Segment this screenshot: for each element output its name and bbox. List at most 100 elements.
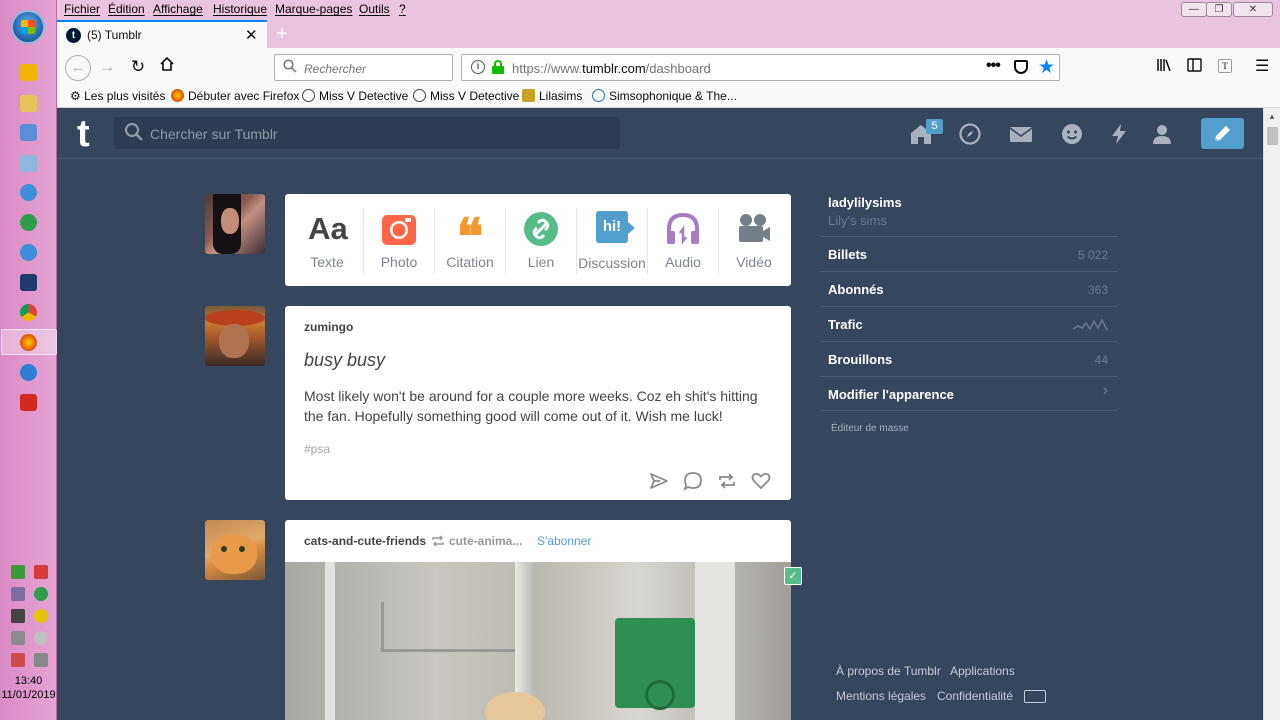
url-bar[interactable]: i https://www.tumblr.com/dashboard ••• ★ bbox=[461, 54, 1060, 81]
blog-name[interactable]: ladylilysims bbox=[828, 195, 902, 210]
sidebar-item-drafts[interactable]: Brouillons 44 bbox=[820, 341, 1118, 376]
footer-privacy-link[interactable]: Confidentialité bbox=[937, 689, 1013, 703]
inbox-mail-icon[interactable] bbox=[1009, 122, 1033, 146]
minimize-button[interactable]: — bbox=[1181, 2, 1207, 17]
footer-legal-link[interactable]: Mentions légales bbox=[836, 689, 926, 703]
norton-tray-icon[interactable] bbox=[34, 609, 48, 623]
like-heart-icon[interactable] bbox=[751, 471, 771, 491]
start-button[interactable] bbox=[11, 10, 45, 44]
share-send-icon[interactable] bbox=[649, 471, 669, 491]
menu-edition[interactable]: Édition bbox=[108, 2, 145, 16]
display-tray-icon[interactable] bbox=[34, 653, 48, 667]
post-type-quote[interactable]: ❝ Citation bbox=[434, 194, 506, 286]
post-type-text[interactable]: Aa Texte bbox=[291, 194, 363, 286]
compose-post-button[interactable] bbox=[1201, 118, 1244, 149]
menu-outils[interactable]: Outils bbox=[359, 2, 390, 16]
firefox-icon[interactable] bbox=[20, 334, 37, 351]
photoshop-icon[interactable] bbox=[20, 274, 37, 291]
flag-tray-icon[interactable] bbox=[11, 653, 25, 667]
ie-icon-3[interactable] bbox=[20, 364, 37, 381]
follow-button[interactable]: S'abonner bbox=[537, 534, 591, 548]
bookmark-miss-v-detective-2[interactable]: Miss V Detective bbox=[413, 89, 519, 103]
bookmark-lilasims[interactable]: Lilasims bbox=[522, 89, 582, 103]
bookmark-getting-started[interactable]: Débuter avec Firefox bbox=[171, 89, 299, 103]
scroll-up-icon[interactable]: ▲ bbox=[1268, 112, 1276, 121]
site-info-icon[interactable]: i bbox=[471, 60, 485, 74]
menu-hamburger-icon[interactable]: ☰ bbox=[1255, 56, 1269, 76]
post-photo[interactable] bbox=[285, 562, 791, 720]
reblog-icon[interactable] bbox=[717, 471, 737, 491]
home-button[interactable] bbox=[155, 56, 179, 80]
volume-tray-icon[interactable] bbox=[34, 631, 48, 645]
post-type-audio[interactable]: Audio bbox=[647, 194, 719, 286]
sidebar-item-activity[interactable]: Trafic bbox=[820, 306, 1118, 341]
folder-icon[interactable] bbox=[20, 95, 37, 112]
shield-tray-icon[interactable] bbox=[34, 587, 48, 601]
media-player-icon[interactable] bbox=[20, 64, 37, 81]
document-icon[interactable] bbox=[20, 155, 37, 172]
footer-about-link[interactable]: À propos de Tumblr bbox=[836, 664, 941, 678]
user-avatar[interactable] bbox=[205, 194, 265, 254]
tumblr-search-input[interactable]: Chercher sur Tumblr bbox=[114, 117, 620, 149]
globe-app-icon[interactable] bbox=[20, 214, 37, 231]
mass-editor-link[interactable]: Éditeur de masse bbox=[831, 423, 909, 434]
forward-button[interactable]: → bbox=[95, 56, 119, 80]
tray-icon-3[interactable] bbox=[11, 609, 25, 623]
nvidia-tray-icon[interactable] bbox=[11, 565, 25, 579]
lock-icon[interactable] bbox=[492, 60, 504, 74]
post-type-photo[interactable]: Photo bbox=[363, 194, 435, 286]
post-author-avatar[interactable] bbox=[205, 306, 265, 366]
back-button[interactable]: ← bbox=[65, 55, 91, 81]
tab-tumblr[interactable]: t (5) Tumblr ✕ bbox=[57, 20, 267, 48]
sidebar-item-followers[interactable]: Abonnés 363 bbox=[820, 271, 1118, 306]
close-window-button[interactable]: ✕ bbox=[1233, 2, 1273, 17]
tab-close-icon[interactable]: ✕ bbox=[245, 26, 258, 44]
url-text[interactable]: https://www.tumblr.com/dashboard bbox=[512, 61, 711, 76]
chrome-icon[interactable] bbox=[20, 304, 37, 321]
acrobat-icon[interactable] bbox=[20, 394, 37, 411]
extension-icon[interactable]: T bbox=[1218, 59, 1232, 73]
app-tray-icon[interactable] bbox=[34, 565, 48, 579]
post-tag[interactable]: #psa bbox=[304, 442, 330, 456]
tray-icon-2[interactable] bbox=[11, 587, 25, 601]
reply-comment-icon[interactable] bbox=[683, 471, 703, 491]
bookmark-miss-v-detective-1[interactable]: Miss V Detective bbox=[302, 89, 408, 103]
page-actions-icon[interactable]: ••• bbox=[986, 57, 1001, 75]
sidebar-icon[interactable] bbox=[1187, 58, 1202, 75]
scroll-thumb[interactable] bbox=[1267, 127, 1278, 145]
sidebar-item-posts[interactable]: Billets 5 022 bbox=[820, 236, 1118, 271]
reload-button[interactable]: ↻ bbox=[126, 56, 150, 80]
explore-compass-icon[interactable] bbox=[958, 122, 982, 146]
bookmark-star-icon[interactable]: ★ bbox=[1038, 56, 1055, 79]
bookmark-simsophonique[interactable]: Simsophonique & The... bbox=[592, 89, 737, 103]
footer-apps-link[interactable]: Applications bbox=[950, 664, 1015, 678]
post-type-link[interactable]: Lien bbox=[505, 194, 577, 286]
control-panel-icon[interactable] bbox=[20, 124, 37, 141]
ie-icon-2[interactable] bbox=[20, 244, 37, 261]
post-type-video[interactable]: Vidéo bbox=[718, 194, 790, 286]
menu-historique[interactable]: Historique bbox=[213, 2, 267, 16]
menu-marque-pages[interactable]: Marque-pages bbox=[275, 2, 352, 16]
page-scrollbar[interactable]: ▲ bbox=[1263, 108, 1280, 720]
new-tab-button[interactable]: + bbox=[276, 23, 288, 46]
menu-affichage[interactable]: Affichage bbox=[153, 2, 203, 16]
library-icon[interactable] bbox=[1157, 58, 1173, 75]
search-input[interactable]: Rechercher bbox=[274, 54, 453, 81]
sidebar-item-edit-appearance[interactable]: Modifier l'apparence › bbox=[820, 376, 1118, 411]
clock-date[interactable]: 11/01/2019 bbox=[0, 688, 57, 702]
activity-lightning-icon[interactable] bbox=[1107, 122, 1131, 146]
ie-icon[interactable] bbox=[20, 184, 37, 201]
menu-help[interactable]: ? bbox=[399, 2, 406, 16]
pocket-icon[interactable] bbox=[1014, 60, 1028, 74]
post-type-chat[interactable]: hi! Discussion bbox=[576, 194, 648, 286]
network-tray-icon[interactable] bbox=[11, 631, 25, 645]
bookmark-most-visited[interactable]: ⚙ Les plus visités bbox=[70, 89, 165, 103]
messaging-smiley-icon[interactable] bbox=[1060, 122, 1084, 146]
post-author[interactable]: zumingo bbox=[304, 320, 353, 334]
reblogged-from[interactable]: cute-anima... bbox=[449, 534, 522, 548]
tumblr-logo[interactable]: t bbox=[77, 114, 90, 154]
restore-button[interactable]: ❐ bbox=[1206, 2, 1232, 17]
clock-time[interactable]: 13:40 bbox=[0, 674, 57, 688]
account-user-icon[interactable] bbox=[1150, 122, 1174, 146]
post-author[interactable]: cats-and-cute-friends bbox=[304, 534, 426, 548]
